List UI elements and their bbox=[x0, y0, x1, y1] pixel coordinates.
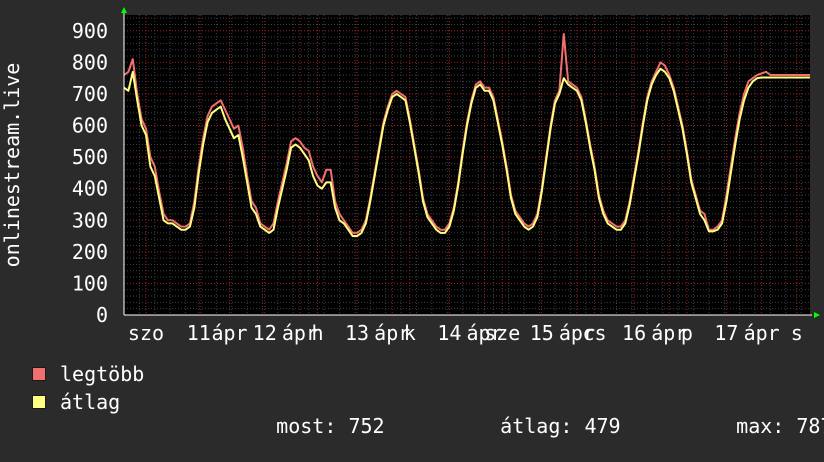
x-tick-label: szo bbox=[128, 321, 164, 345]
y-tick-label: 300 bbox=[72, 208, 108, 232]
x-tick-label: ápr bbox=[744, 321, 780, 345]
stat-atlag-label: átlag: bbox=[500, 414, 573, 438]
y-tick-label: 800 bbox=[72, 50, 108, 74]
x-tick-label: k bbox=[404, 321, 416, 345]
x-tick-label: h bbox=[311, 321, 323, 345]
x-tick-label: 16 bbox=[622, 321, 646, 345]
legend-label-atlag: átlag bbox=[60, 390, 121, 414]
x-axis-arrow bbox=[814, 312, 820, 318]
plot-area bbox=[124, 15, 810, 315]
x-tick-label: ápr bbox=[211, 321, 247, 345]
y-axis-label: onlinestream.live bbox=[0, 63, 24, 268]
y-tick-label: 600 bbox=[72, 114, 108, 138]
y-tick-label: 200 bbox=[72, 240, 108, 264]
y-tick-label: 900 bbox=[72, 19, 108, 43]
stat-max-label: max: bbox=[736, 414, 785, 438]
stat-max-value: 787 bbox=[796, 414, 824, 438]
x-tick-label: 12 bbox=[253, 321, 277, 345]
y-tick-label: 700 bbox=[72, 82, 108, 106]
stat-atlag: átlag: 479 bbox=[452, 390, 621, 462]
y-tick-label: 400 bbox=[72, 177, 108, 201]
x-tick-label: 11 bbox=[187, 321, 211, 345]
legend-swatch-atlag bbox=[32, 395, 46, 409]
y-tick-label: 500 bbox=[72, 145, 108, 169]
legend-label-legtobb: legtöbb bbox=[60, 362, 145, 386]
stat-most: most: 752 bbox=[228, 390, 385, 462]
x-tick-label: sze bbox=[484, 321, 520, 345]
chart-root: 0 100 200 300 400 500 600 700 800 900 szo 11 ápr 12 áp… bbox=[0, 0, 824, 438]
y-axis-arrow bbox=[121, 7, 127, 13]
x-tick-label: 13 bbox=[345, 321, 369, 345]
legend-item-atlag: átlag bbox=[32, 390, 120, 414]
y-tick-label: 100 bbox=[72, 271, 108, 295]
x-tick-label: 15 bbox=[530, 321, 554, 345]
x-tick-label: cs bbox=[582, 321, 606, 345]
legend-item-legtobb: legtöbb bbox=[32, 362, 144, 386]
stat-most-label: most: bbox=[276, 414, 337, 438]
stat-max: max: 787 bbox=[688, 390, 824, 462]
x-tick-label: p bbox=[681, 321, 693, 345]
stat-most-value: 752 bbox=[348, 414, 385, 438]
x-tick-label: 17 bbox=[714, 321, 738, 345]
x-tick-label: 14 bbox=[437, 321, 461, 345]
legend-swatch-legtobb bbox=[32, 367, 46, 381]
stat-atlag-value: 479 bbox=[584, 414, 621, 438]
x-tick-label: s bbox=[791, 321, 803, 345]
y-tick-label: 0 bbox=[96, 303, 108, 327]
